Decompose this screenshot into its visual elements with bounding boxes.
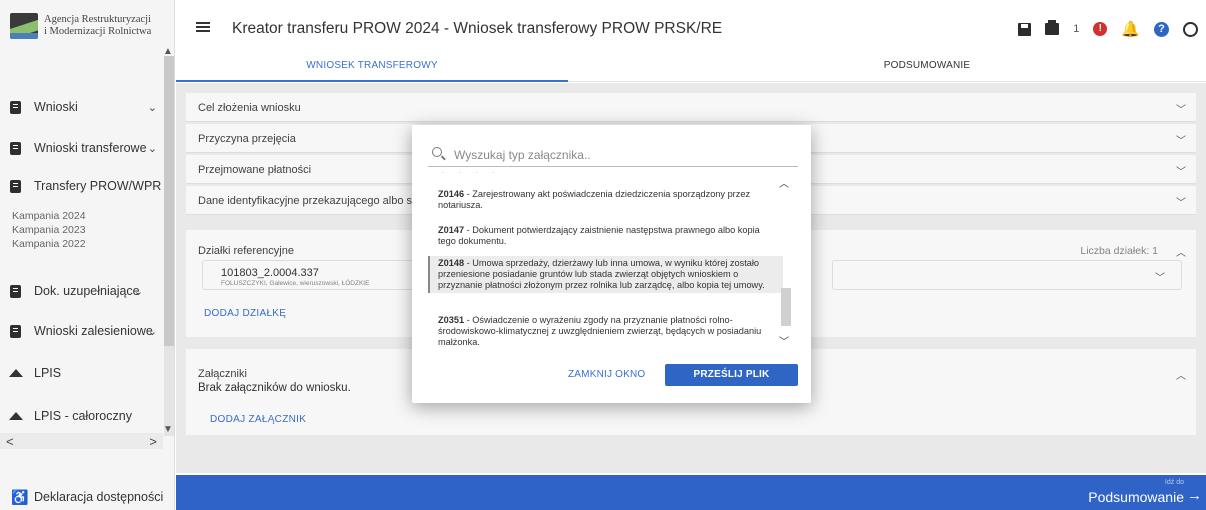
user-icon[interactable] xyxy=(1183,21,1198,37)
attachment-type-list: ˙ ˙ ˙ ˙ Z0146 - Zarejestrowany akt poświ… xyxy=(428,171,790,357)
mountain-icon xyxy=(9,369,23,377)
chevron-down-icon: ⌄ xyxy=(147,325,157,338)
page-title: Kreator transferu PROW 2024 - Wniosek tr… xyxy=(232,20,723,37)
sidebar-item-dok-uzupelniajace[interactable]: Dok. uzupełniające ⌄ xyxy=(0,279,163,303)
footer-goto-label: Idź do xyxy=(1164,479,1184,486)
app-header: Kreator transferu PROW 2024 - Wniosek tr… xyxy=(176,0,1206,54)
attachment-description: - Umowa sprzedaży, dzierżawy lub inna um… xyxy=(438,258,765,290)
sidebar-item-wnioski-zalesieniowe[interactable]: Wnioski zalesieniowe ⌄ xyxy=(0,319,163,343)
sidebar-item-label: LPIS - całoroczny xyxy=(34,409,132,423)
sidebar-item-lpis-caloroczny[interactable]: LPIS - całoroczny xyxy=(0,404,163,428)
menu-icon[interactable] xyxy=(196,22,210,24)
logo-line-1: Agencja Restrukturyzacji xyxy=(44,14,151,25)
error-icon[interactable]: ! xyxy=(1093,22,1108,36)
list-item-selected[interactable]: Z0148 - Umowa sprzedaży, dzierżawy lub i… xyxy=(428,256,783,293)
save-icon[interactable] xyxy=(1018,22,1032,36)
help-icon[interactable]: ? xyxy=(1154,21,1169,37)
chevron-up-icon[interactable]: ▲ xyxy=(163,46,173,57)
sidebar-item-label: Wnioski transferowe xyxy=(34,141,147,155)
header-actions: 1 ! 🔔 ? xyxy=(1018,20,1198,38)
accessibility-icon: ♿ xyxy=(11,488,29,505)
chevron-down-icon: ⌄ xyxy=(147,142,157,155)
attachment-description: - Zarejestrowany akt poświadczenia dzied… xyxy=(438,189,751,210)
attachment-code: Z0146 xyxy=(438,189,465,199)
document-icon xyxy=(10,141,21,155)
error-count-badge: 1 xyxy=(1073,23,1080,35)
sidebar-item-label: Deklaracja dostępności xyxy=(34,490,164,504)
sidebar-scrollbar-thumb[interactable] xyxy=(164,56,174,346)
list-item[interactable]: Z0351 - Oświadczenie o wyrażeniu zgody n… xyxy=(428,313,783,350)
sidebar-item-transfery[interactable]: Transfery PROW/WPR xyxy=(0,174,163,198)
attachment-type-dialog: ˙ ˙ ˙ ˙ Z0146 - Zarejestrowany akt poświ… xyxy=(412,125,811,403)
sidebar-item-label: Wnioski zalesieniowe xyxy=(34,324,153,338)
tab-bar: WNIOSEK TRANSFEROWY PODSUMOWANIE xyxy=(176,54,1206,82)
arrow-right-icon[interactable]: → xyxy=(1187,487,1202,504)
chevron-down-icon: ⌄ xyxy=(147,101,157,114)
sidebar-item-lpis[interactable]: LPIS xyxy=(0,361,163,385)
bell-icon[interactable]: 🔔 xyxy=(1121,20,1140,38)
mountain-icon xyxy=(9,412,23,420)
sidebar-item-label: Transfery PROW/WPR xyxy=(34,179,162,193)
close-dialog-button[interactable]: ZAMKNIJ OKNO xyxy=(568,369,645,380)
campaign-2024-link[interactable]: Kampania 2024 xyxy=(12,210,86,222)
attachment-code: Z0148 xyxy=(438,258,465,268)
search-underline xyxy=(428,166,798,167)
campaign-2023-link[interactable]: Kampania 2023 xyxy=(12,224,86,236)
attachment-code: Z0147 xyxy=(438,225,465,235)
arimr-logo[interactable]: Agencja Restrukturyzacji i Modernizacji … xyxy=(10,8,151,44)
attachment-description: - Dokument potwierdzający zaistnienie na… xyxy=(438,225,760,246)
attachment-description: - Oświadczenie o wyrażeniu zgody na przy… xyxy=(438,315,762,347)
arimr-logo-icon xyxy=(10,13,38,39)
document-icon xyxy=(10,179,21,193)
sidebar-horizontal-scrollbar[interactable]: < > xyxy=(0,433,163,449)
list-item[interactable]: Z0146 - Zarejestrowany akt poświadczenia… xyxy=(428,187,783,213)
sidebar-item-label: Wnioski xyxy=(34,100,78,114)
logo-line-2: i Modernizacji Rolnictwa xyxy=(44,26,152,37)
scroll-left-icon[interactable]: < xyxy=(6,434,14,449)
footer-summary-link[interactable]: Podsumowanie xyxy=(1088,489,1184,505)
campaign-2022-link[interactable]: Kampania 2022 xyxy=(12,238,86,250)
document-icon xyxy=(10,324,21,338)
upload-attachment-button[interactable]: PRZEŚLIJ PLIK ZAŁĄCZNIKA xyxy=(665,364,798,402)
sidebar-item-deklaracja-dostepnosci[interactable]: ♿ Deklaracja dostępności xyxy=(0,485,163,509)
list-scroll-fragment: ˙ ˙ ˙ ˙ xyxy=(442,171,502,180)
list-scrollbar-thumb[interactable] xyxy=(781,288,791,326)
tab-wniosek-transferowy[interactable]: WNIOSEK TRANSFEROWY xyxy=(176,54,568,82)
footer-navigation[interactable]: Idź do Podsumowanie → xyxy=(176,475,1206,510)
scroll-right-icon[interactable]: > xyxy=(149,434,157,449)
chevron-down-icon[interactable]: ﹀ xyxy=(779,333,789,348)
sidebar-item-label: LPIS xyxy=(34,366,62,380)
chevron-down-icon: ⌄ xyxy=(133,285,143,298)
list-item[interactable]: Z0147 - Dokument potwierdzający zaistnie… xyxy=(428,223,783,249)
attachment-type-search-input[interactable] xyxy=(454,145,794,165)
tab-podsumowanie[interactable]: PODSUMOWANIE xyxy=(736,54,1118,82)
search-icon xyxy=(432,147,442,157)
sidebar: Agencja Restrukturyzacji i Modernizacji … xyxy=(0,0,175,510)
document-icon xyxy=(10,284,21,298)
attachment-code: Z0351 xyxy=(438,315,465,325)
document-icon xyxy=(10,100,21,114)
chevron-up-icon[interactable]: ︿ xyxy=(779,175,789,190)
print-icon[interactable] xyxy=(1045,20,1060,35)
sidebar-item-wnioski[interactable]: Wnioski ⌄ xyxy=(0,95,163,119)
sidebar-item-wnioski-transferowe[interactable]: Wnioski transferowe ⌄ xyxy=(0,136,163,160)
chevron-down-icon[interactable]: ▼ xyxy=(163,424,173,435)
sidebar-item-label: Dok. uzupełniające xyxy=(34,284,140,298)
